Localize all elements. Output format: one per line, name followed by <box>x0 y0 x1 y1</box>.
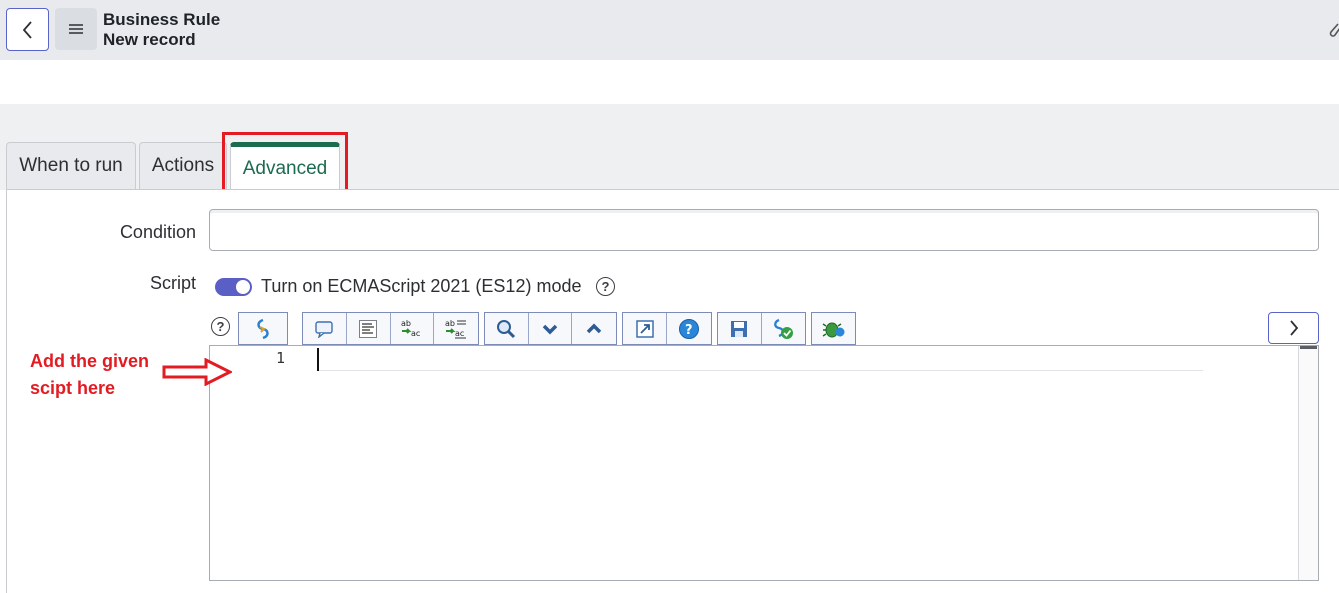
debug-button[interactable] <box>812 313 855 344</box>
record-header: Business Rule New record <box>0 0 1339 60</box>
format-code-button[interactable] <box>239 313 287 344</box>
replace-button[interactable]: ab ac <box>391 313 435 344</box>
validate-script-button[interactable] <box>762 313 806 344</box>
line-number: 1 <box>276 349 286 367</box>
toggle-knob <box>235 279 251 295</box>
svg-text:?: ? <box>685 323 693 338</box>
format-block-icon <box>359 319 378 338</box>
chevron-left-icon <box>22 20 32 39</box>
script-label: Script <box>149 273 196 293</box>
script-help-button[interactable]: ? <box>667 313 711 344</box>
svg-text:ab: ab <box>445 319 455 328</box>
toolbar-group-search <box>484 312 617 345</box>
editor-scrollbar[interactable] <box>1298 346 1318 580</box>
svg-text:ac: ac <box>411 329 420 338</box>
record-subtitle: New record <box>103 30 196 49</box>
validate-script-icon <box>774 318 794 339</box>
save-button[interactable] <box>718 313 762 344</box>
form-menu-button[interactable] <box>55 8 97 50</box>
fullscreen-icon <box>635 319 654 338</box>
toolbar-next-button[interactable] <box>1268 312 1319 344</box>
tab-actions[interactable]: Actions <box>139 142 227 189</box>
condition-input[interactable] <box>209 209 1319 251</box>
replace-all-button[interactable]: ab ac <box>434 313 478 344</box>
format-code-icon <box>257 318 269 339</box>
chevron-right-icon <box>1289 320 1298 336</box>
script-help-icon: ? <box>679 318 699 339</box>
toolbar-group-edit: ab ac ab ac <box>302 312 479 345</box>
replace-all-icon: abac <box>445 319 467 338</box>
next-match-icon <box>542 324 558 334</box>
annotation-arrow-icon <box>162 358 232 386</box>
record-type-title: Business Rule <box>103 10 221 29</box>
annotation-line-2: scipt here <box>30 378 116 398</box>
hamburger-menu-icon <box>69 24 83 34</box>
save-icon <box>731 320 748 337</box>
previous-match-icon <box>586 323 602 333</box>
search-button[interactable] <box>485 313 529 344</box>
search-icon <box>497 319 516 338</box>
fullscreen-button[interactable] <box>623 313 667 344</box>
back-button[interactable] <box>6 8 49 51</box>
comment-icon <box>315 320 334 338</box>
debug-icon <box>822 322 844 337</box>
toolbar-group-save <box>717 312 806 345</box>
es12-mode-label: Turn on ECMAScript 2021 (ES12) mode <box>261 276 582 296</box>
svg-text:ac: ac <box>455 329 464 338</box>
text-cursor <box>317 348 319 371</box>
scrollbar-thumb[interactable] <box>1300 346 1317 349</box>
active-line-underline <box>319 370 1203 371</box>
annotation-line-1: Add the given <box>30 351 150 371</box>
toolbar-group-format <box>238 312 288 345</box>
condition-label: Condition <box>119 222 196 242</box>
toolbar-group-view: ? <box>622 312 712 345</box>
script-help-icon[interactable]: ? <box>211 317 230 336</box>
svg-text:ab: ab <box>401 319 411 328</box>
es12-help-icon[interactable]: ? <box>596 277 615 296</box>
record-title: Business Rule New record <box>103 10 220 50</box>
tab-when-to-run[interactable]: When to run <box>6 142 136 189</box>
es12-mode-toggle[interactable] <box>215 278 252 296</box>
format-block-button[interactable] <box>347 313 391 344</box>
script-editor[interactable] <box>209 345 1319 581</box>
paperclip-icon[interactable] <box>1327 18 1339 40</box>
tab-advanced[interactable]: Advanced <box>230 142 340 190</box>
comment-button[interactable] <box>303 313 347 344</box>
replace-icon: abac <box>401 319 420 338</box>
next-match-button[interactable] <box>529 313 573 344</box>
previous-match-button[interactable] <box>572 313 616 344</box>
annotation-text: Add the given scipt here <box>30 348 149 402</box>
toolbar-group-debug <box>811 312 856 345</box>
